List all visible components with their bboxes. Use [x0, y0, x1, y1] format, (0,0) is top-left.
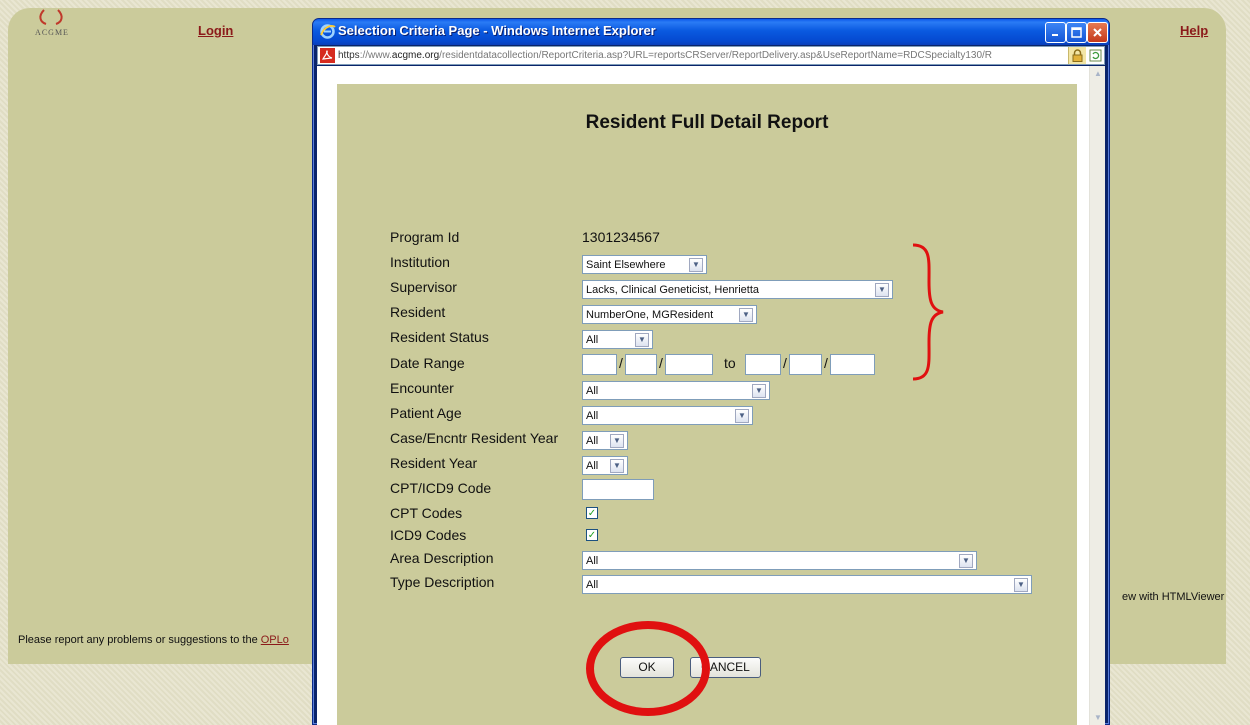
chevron-down-icon: ▼ [735, 408, 749, 423]
ok-button[interactable]: OK [620, 657, 674, 678]
cpt-codes-label: CPT Codes [390, 505, 463, 521]
footer-link[interactable]: OPLo [261, 634, 289, 646]
cpt-codes-checkbox[interactable]: ✓ [586, 507, 598, 519]
maximize-button[interactable] [1066, 22, 1087, 43]
area-description-label: Area Description [390, 550, 494, 566]
encounter-select[interactable]: All ▼ [582, 381, 770, 400]
date-to-month-input[interactable] [745, 354, 781, 375]
date-to-day-input[interactable] [789, 354, 822, 375]
area-description-select[interactable]: All ▼ [582, 551, 977, 570]
patient-age-selected: All [586, 409, 599, 422]
scroll-down-icon[interactable]: ▼ [1090, 710, 1106, 725]
lock-button[interactable] [1068, 47, 1086, 64]
footer-text: Please report any problems or suggestion… [18, 634, 289, 646]
supervisor-selected: Lacks, Clinical Geneticist, Henrietta [586, 283, 760, 296]
resident-selected: NumberOne, MGResident [586, 308, 714, 321]
chevron-down-icon: ▼ [752, 383, 766, 398]
resident-year-select[interactable]: All ▼ [582, 456, 628, 475]
address-bar[interactable]: https://www.acgme.org/residentdatacollec… [317, 46, 1105, 65]
resident-year-selected: All [586, 459, 599, 472]
chevron-down-icon: ▼ [689, 257, 703, 272]
address-domain: acgme.org [391, 50, 440, 61]
pdf-favicon-icon [320, 48, 335, 63]
resident-year-label: Resident Year [390, 455, 478, 471]
report-panel: Resident Full Detail Report Program Id I… [337, 84, 1077, 725]
content-area: Resident Full Detail Report Program Id I… [317, 66, 1105, 725]
lock-icon [1072, 49, 1083, 62]
institution-label: Institution [390, 254, 450, 270]
patient-age-select[interactable]: All ▼ [582, 406, 753, 425]
chevron-down-icon: ▼ [959, 553, 973, 568]
date-separator: / [619, 355, 623, 371]
case-encntr-resident-year-select[interactable]: All ▼ [582, 431, 628, 450]
program-id-label: Program Id [390, 229, 460, 245]
date-to-label: to [724, 355, 736, 371]
acgme-logo: ACGME [22, 8, 82, 37]
chevron-down-icon: ▼ [635, 332, 649, 347]
type-description-selected: All [586, 578, 599, 591]
ie-logo-icon [320, 24, 336, 39]
resident-status-label: Resident Status [390, 329, 489, 345]
chevron-down-icon: ▼ [875, 282, 889, 297]
address-https: https [338, 50, 360, 61]
date-to-year-input[interactable] [830, 354, 875, 375]
window-title: Selection Criteria Page - Windows Intern… [338, 23, 656, 38]
vertical-scrollbar[interactable]: ▲ ▼ [1089, 66, 1105, 725]
date-range-label: Date Range [390, 355, 465, 371]
maximize-icon [1071, 27, 1082, 38]
resident-status-select[interactable]: All ▼ [582, 330, 653, 349]
encounter-selected: All [586, 384, 599, 397]
institution-select[interactable]: Saint Elsewhere ▼ [582, 255, 707, 274]
htmlviewer-text: ew with HTMLViewer [1122, 591, 1225, 603]
chevron-down-icon: ▼ [739, 307, 753, 322]
minimize-icon [1052, 34, 1058, 36]
address-path: /residentdatacollection/ReportCriteria.a… [439, 50, 993, 61]
date-separator: / [659, 355, 663, 371]
resident-select[interactable]: NumberOne, MGResident ▼ [582, 305, 757, 324]
footer-message: Please report any problems or suggestion… [18, 634, 261, 646]
date-separator: / [783, 355, 787, 371]
chevron-down-icon: ▼ [610, 458, 624, 473]
address-url: https://www.acgme.org/residentdatacollec… [338, 50, 1068, 61]
date-from-month-input[interactable] [582, 354, 617, 375]
cancel-button[interactable]: CANCEL [690, 657, 761, 678]
icd9-codes-checkbox[interactable]: ✓ [586, 529, 598, 541]
date-from-day-input[interactable] [625, 354, 657, 375]
institution-selected: Saint Elsewhere [586, 258, 666, 271]
case-encntr-resident-year-selected: All [586, 434, 599, 447]
patient-age-label: Patient Age [390, 405, 462, 421]
case-encntr-resident-year-label: Case/Encntr Resident Year [390, 430, 559, 446]
program-id-value: 1301234567 [582, 229, 660, 245]
close-button[interactable] [1087, 22, 1108, 43]
type-description-label: Type Description [390, 574, 495, 590]
title-bar[interactable]: Selection Criteria Page - Windows Intern… [313, 19, 1109, 45]
address-prefix: ://www. [359, 50, 392, 61]
minimize-button[interactable] [1045, 22, 1066, 43]
date-separator: / [824, 355, 828, 371]
close-icon [1093, 28, 1102, 37]
type-description-select[interactable]: All ▼ [582, 575, 1032, 594]
supervisor-label: Supervisor [390, 279, 457, 295]
logo-mark-icon [39, 9, 63, 25]
compatibility-button[interactable] [1086, 47, 1104, 64]
help-link[interactable]: Help [1180, 23, 1208, 38]
icd9-codes-label: ICD9 Codes [390, 527, 467, 543]
page-refresh-icon [1089, 49, 1101, 62]
chevron-down-icon: ▼ [1014, 577, 1028, 592]
logo-text: ACGME [35, 28, 69, 37]
chevron-down-icon: ▼ [610, 433, 624, 448]
scroll-up-icon[interactable]: ▲ [1090, 66, 1106, 82]
cpt-icd9-code-input[interactable] [582, 479, 654, 500]
supervisor-select[interactable]: Lacks, Clinical Geneticist, Henrietta ▼ [582, 280, 893, 299]
date-from-year-input[interactable] [665, 354, 713, 375]
cpt-icd9-code-label: CPT/ICD9 Code [390, 480, 492, 496]
report-title: Resident Full Detail Report [585, 112, 829, 133]
red-brace-annotation [912, 243, 944, 381]
encounter-label: Encounter [390, 380, 454, 396]
resident-label: Resident [390, 304, 446, 320]
ie-window: Selection Criteria Page - Windows Intern… [312, 18, 1110, 725]
login-link[interactable]: Login [198, 23, 233, 38]
area-description-selected: All [586, 554, 599, 567]
resident-status-selected: All [586, 333, 599, 346]
